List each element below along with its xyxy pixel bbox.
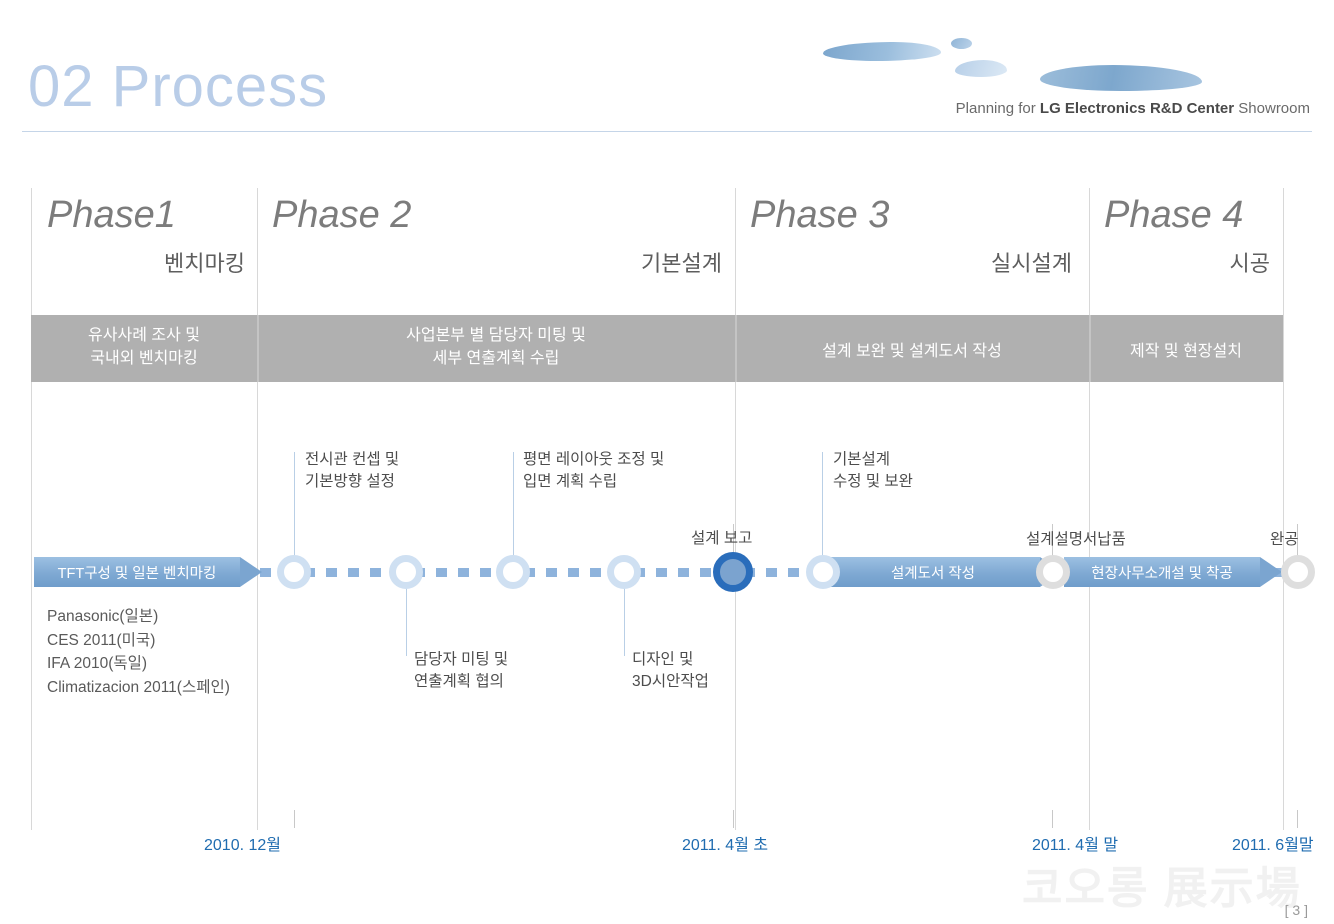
benchmark-list: Panasonic(일본) CES 2011(미국) IFA 2010(독일) …: [47, 608, 230, 696]
phase-band-text-3: 설계 보완 및 설계도서 작성: [822, 343, 1002, 360]
callout-connector: [624, 588, 625, 656]
node-label-design-report: 설계 보고: [691, 530, 753, 547]
date-label-2: 2011. 4월 초: [682, 837, 769, 854]
timeline-bar-design-docs[interactable]: 설계도서 작성: [826, 557, 1062, 587]
timeline-bar-site-office[interactable]: 현장사무소개설 및 착공: [1064, 557, 1282, 587]
timeline-node[interactable]: [1281, 555, 1315, 589]
node-label-spec-delivery: 설계설명서납품: [1026, 531, 1126, 548]
arrow-tip-icon: [1260, 557, 1282, 587]
process-grid: [0, 0, 1334, 924]
timeline-node[interactable]: [277, 555, 311, 589]
timeline-node[interactable]: [806, 555, 840, 589]
date-tick: [1052, 810, 1053, 828]
phase-header-2: Phase 2 기본설계: [272, 194, 722, 278]
phase-name: Phase 3: [750, 194, 890, 236]
timeline-node[interactable]: [607, 555, 641, 589]
timeline-node[interactable]: [1036, 555, 1070, 589]
callout-connector: [406, 588, 407, 656]
date-label-1: 2010. 12월: [204, 837, 282, 854]
column-divider: [257, 188, 258, 830]
phase-subtitle: 벤치마킹: [164, 250, 245, 276]
callout-connector: [822, 452, 823, 558]
watermark: 코오롱 展示場: [1022, 864, 1302, 913]
callout-below-1: 담당자 미팅 및 연출계획 협의: [414, 651, 509, 690]
date-tick: [294, 810, 295, 828]
date-tick: [1297, 810, 1298, 828]
timeline-bar-label: TFT구성 및 일본 벤치마킹: [34, 557, 240, 587]
timeline-bar-label: 현장사무소개설 및 착공: [1064, 557, 1260, 587]
phase-band-text-4: 제작 및 현장설치: [1130, 343, 1242, 360]
timeline-node-active[interactable]: [713, 552, 753, 592]
phase-name: Phase 4: [1104, 194, 1244, 236]
phase-name: Phase1: [47, 194, 176, 236]
arrow-tip-icon: [240, 557, 262, 587]
callout-connector: [513, 452, 514, 558]
phase-band-text-1: 유사사례 조사 및 국내외 벤치마킹: [88, 327, 200, 368]
phase-header-4: Phase 4 시공: [1104, 194, 1270, 278]
page-number: [ 3 ]: [1284, 902, 1308, 918]
phase-subtitle: 실시설계: [991, 250, 1072, 276]
column-divider: [1283, 188, 1284, 830]
phase-subtitle: 시공: [1229, 250, 1270, 276]
phase-header-1: Phase1 벤치마킹: [47, 194, 245, 278]
callout-below-2: 디자인 및 3D시안작업: [632, 651, 709, 690]
callout-above-1: 전시관 컨셉 및 기본방향 설정: [305, 451, 400, 490]
callout-above-3: 기본설계 수정 및 보완: [833, 451, 913, 490]
date-tick: [733, 810, 734, 828]
column-divider: [1089, 188, 1090, 830]
column-divider: [735, 188, 736, 830]
callout-above-2: 평면 레이아웃 조정 및 입면 계획 수립: [523, 451, 665, 490]
column-divider: [31, 188, 32, 830]
timeline-bar-tft[interactable]: TFT구성 및 일본 벤치마킹: [34, 557, 262, 587]
callout-connector: [294, 452, 295, 558]
phase-name: Phase 2: [272, 194, 412, 236]
phase-header-3: Phase 3 실시설계: [750, 194, 1072, 278]
node-label-completion: 완공: [1270, 531, 1299, 548]
phase-subtitle: 기본설계: [641, 250, 722, 276]
timeline-node[interactable]: [496, 555, 530, 589]
phase-band-text-2: 사업본부 별 담당자 미팅 및 세부 연출계획 수립: [406, 327, 586, 368]
timeline-bar-label: 설계도서 작성: [826, 557, 1040, 587]
timeline-node[interactable]: [389, 555, 423, 589]
